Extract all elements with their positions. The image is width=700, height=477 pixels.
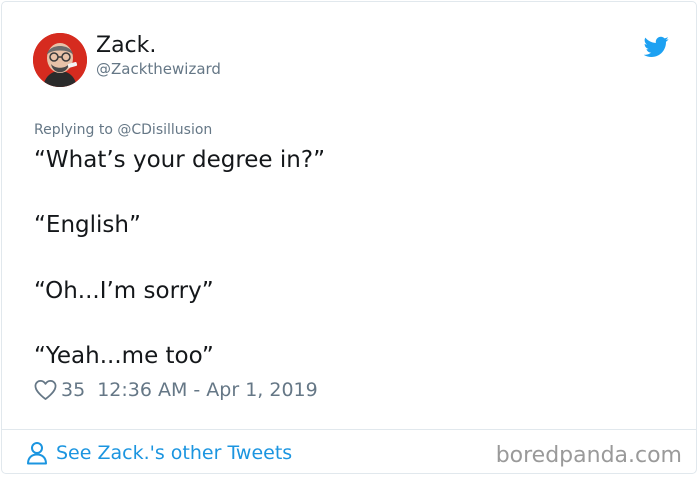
person-icon — [27, 442, 47, 465]
avatar-photo-icon — [33, 33, 87, 87]
heart-icon[interactable] — [34, 379, 57, 401]
boredpanda-watermark: boredpanda.com — [495, 443, 682, 468]
author-handle[interactable]: @Zackthewizard — [96, 60, 221, 78]
see-other-tweets-link[interactable]: See Zack.'s other Tweets — [26, 441, 292, 465]
avatar[interactable] — [33, 33, 87, 87]
footer-divider — [2, 429, 696, 430]
author-display-name[interactable]: Zack. — [96, 33, 156, 59]
tweet-text-line: “What’s your degree in?” — [34, 147, 325, 173]
tweet-text-line: “Oh...I’m sorry” — [34, 278, 214, 304]
tweet-timestamp[interactable]: 12:36 AM - Apr 1, 2019 — [97, 379, 318, 401]
like-count: 35 — [61, 379, 86, 401]
twitter-bird-icon[interactable] — [644, 36, 669, 58]
tweet-meta: 35 12:36 AM - Apr 1, 2019 — [34, 377, 318, 403]
tweet-card: Zack. @Zackthewizard Replying to @CDisil… — [1, 1, 697, 474]
replying-to[interactable]: Replying to @CDisillusion — [34, 122, 212, 139]
tweet-text-line: “Yeah...me too” — [34, 343, 214, 369]
tweet-text-line: “English” — [34, 212, 141, 238]
see-other-tweets-label[interactable]: See Zack.'s other Tweets — [56, 441, 292, 465]
